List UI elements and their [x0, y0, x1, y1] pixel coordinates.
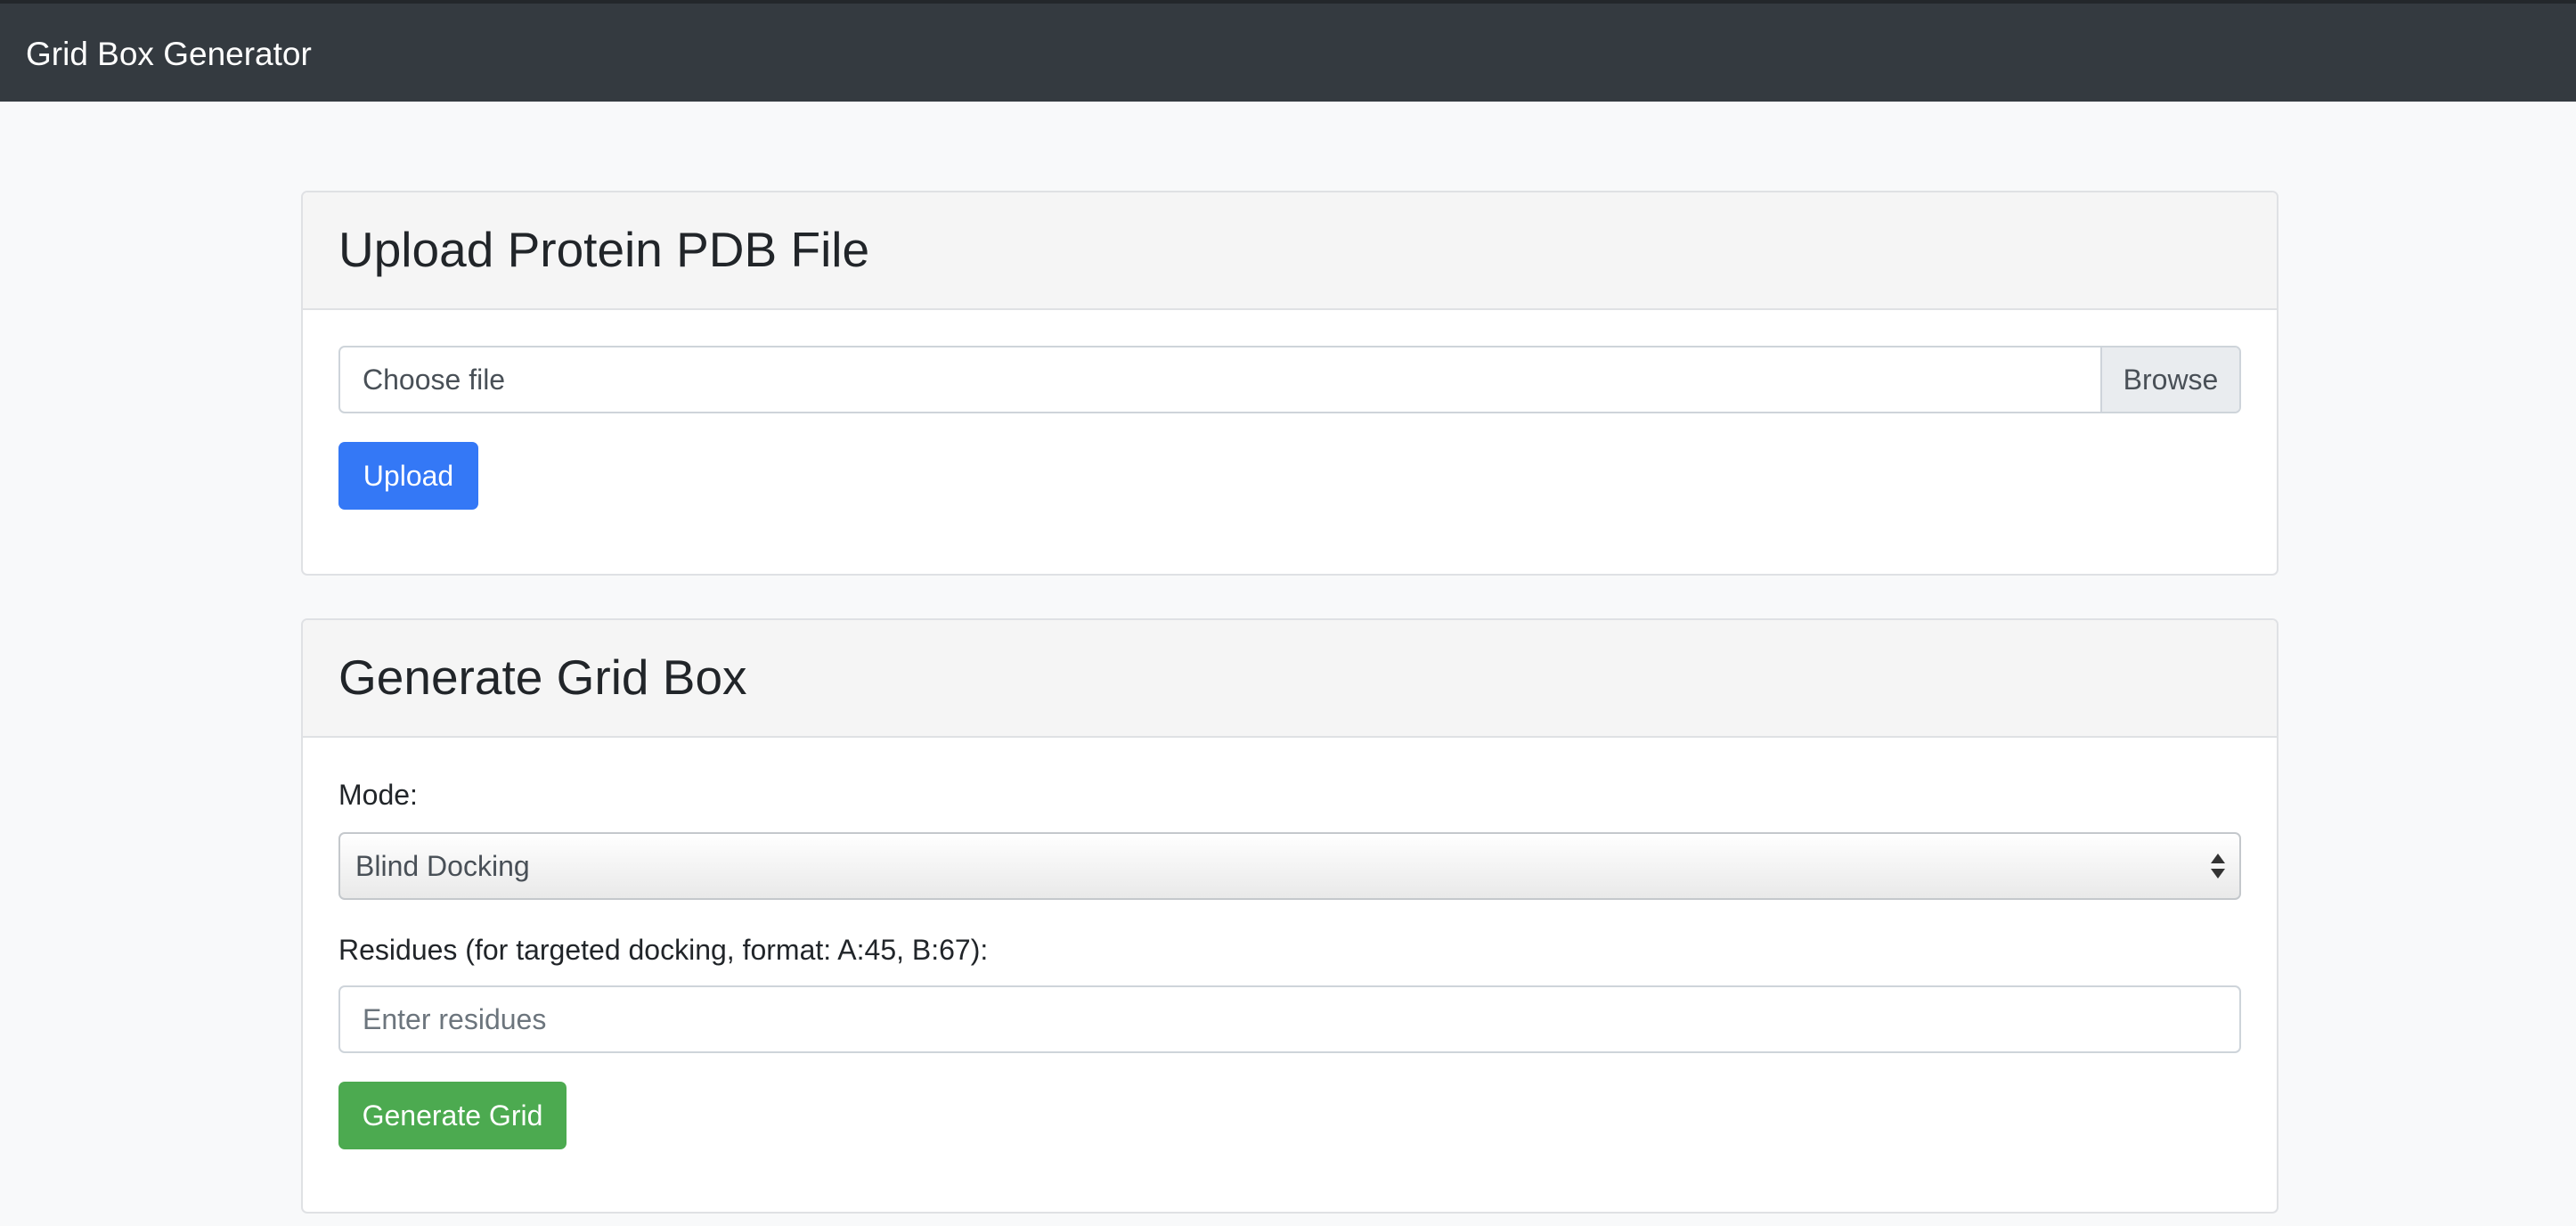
upload-button[interactable]: Upload	[338, 442, 478, 510]
generate-grid-button[interactable]: Generate Grid	[338, 1082, 567, 1149]
residues-input[interactable]	[338, 985, 2241, 1053]
generate-grid-card: Generate Grid Box Mode: Blind Docking Re…	[301, 618, 2278, 1214]
navbar: Grid Box Generator	[0, 0, 2576, 102]
mode-select[interactable]: Blind Docking	[338, 832, 2241, 900]
file-input-label[interactable]: Choose file	[363, 347, 505, 412]
upload-card-header: Upload Protein PDB File	[303, 192, 2277, 310]
mode-select-value[interactable]: Blind Docking	[355, 834, 530, 898]
generate-grid-card-header: Generate Grid Box	[303, 620, 2277, 738]
mode-label: Mode:	[338, 779, 418, 811]
upload-card-title: Upload Protein PDB File	[338, 222, 870, 277]
generate-grid-card-title: Generate Grid Box	[338, 650, 747, 705]
browse-button[interactable]: Browse	[2100, 347, 2239, 412]
upload-card: Upload Protein PDB File Choose file Brow…	[301, 191, 2278, 576]
navbar-brand[interactable]: Grid Box Generator	[26, 30, 312, 78]
residues-label: Residues (for targeted docking, format: …	[338, 934, 989, 966]
file-input[interactable]: Choose file Browse	[338, 346, 2241, 413]
select-arrows-icon	[2209, 834, 2227, 898]
